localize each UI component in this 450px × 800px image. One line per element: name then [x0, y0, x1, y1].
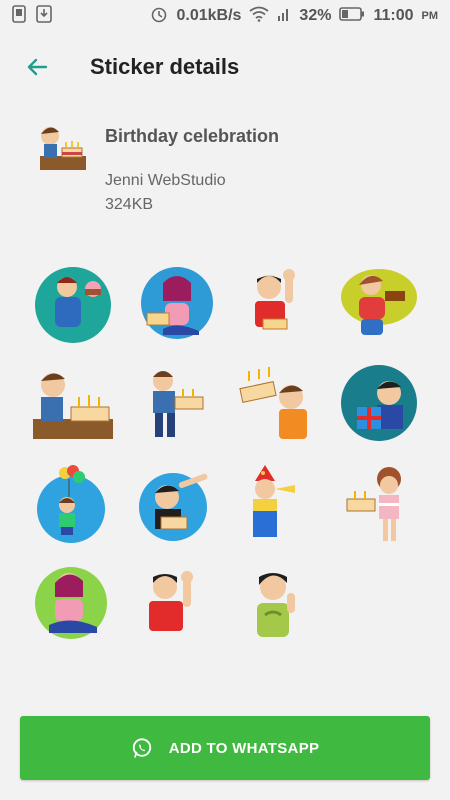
app-bar: Sticker details: [0, 32, 450, 102]
add-button-label: ADD TO WHATSAPP: [168, 739, 320, 757]
clock-time: 11:00: [373, 7, 414, 24]
page-title: Sticker details: [90, 54, 240, 79]
sticker-grid: [22, 255, 430, 655]
sticker-11[interactable]: [226, 455, 328, 555]
alarm-icon: [150, 5, 168, 28]
sticker-8[interactable]: [328, 355, 430, 455]
girl-with-cake-sticker-2: [346, 467, 401, 541]
signal-icon: [277, 6, 291, 27]
sticker-15[interactable]: [226, 555, 328, 655]
boy-party-hat-sticker: [253, 465, 295, 537]
battery-icon: [339, 6, 365, 26]
pack-size: 324KB: [105, 196, 154, 213]
tray-icon: [38, 122, 88, 172]
arrow-left-icon: [27, 58, 48, 76]
boy-thumbs-sticker: [257, 573, 295, 637]
sticker-6[interactable]: [124, 355, 226, 455]
pack-header: Birthday celebration Jenni WebStudio 324…: [0, 118, 450, 228]
phone-icon: [12, 4, 26, 28]
man-with-cake-sticker: [35, 267, 111, 343]
sticker-12[interactable]: [328, 455, 430, 555]
woman-with-cake-sticker: [341, 269, 417, 335]
pack-name: Birthday celebration: [105, 126, 280, 146]
add-to-whatsapp-button[interactable]: ADD TO WHATSAPP: [20, 716, 430, 780]
girl-with-cake-sticker: [141, 267, 213, 339]
sticker-14[interactable]: [124, 555, 226, 655]
sticker-4[interactable]: [328, 255, 430, 355]
pack-publisher: Jenni WebStudio: [105, 172, 226, 189]
girl-praying-sticker: [35, 567, 107, 639]
back-button[interactable]: [22, 52, 52, 82]
sticker-7[interactable]: [226, 355, 328, 455]
whatsapp-icon: [132, 738, 151, 758]
status-left: [12, 4, 52, 28]
sticker-1[interactable]: [22, 255, 124, 355]
status-right: 0.01kB/s 32% 11:00 PM: [150, 5, 438, 28]
man-blowing-candles-sticker: [33, 373, 113, 439]
network-speed: 0.01kB/s: [176, 7, 242, 24]
boy-with-gift-sticker: [341, 365, 417, 441]
sticker-2[interactable]: [124, 255, 226, 355]
boy-waving-sticker: [255, 269, 295, 330]
boy-waving-sticker-2: [149, 571, 193, 631]
download-icon: [36, 4, 52, 28]
wifi-icon: [249, 6, 269, 27]
clock-ampm: PM: [421, 10, 439, 22]
sticker-9[interactable]: [22, 455, 124, 555]
sticker-3[interactable]: [226, 255, 328, 355]
sticker-13[interactable]: [22, 555, 124, 655]
man-with-cake-sticker-2: [239, 367, 307, 439]
boy-holding-cake-sticker: [153, 371, 204, 437]
sticker-5[interactable]: [22, 355, 124, 455]
battery-percent: 32%: [299, 7, 332, 24]
girl-with-balloons-sticker: [37, 465, 105, 543]
status-bar: 0.01kB/s 32% 11:00 PM: [0, 0, 450, 32]
man-pointing-sticker: [139, 473, 208, 541]
sticker-10[interactable]: [124, 455, 226, 555]
